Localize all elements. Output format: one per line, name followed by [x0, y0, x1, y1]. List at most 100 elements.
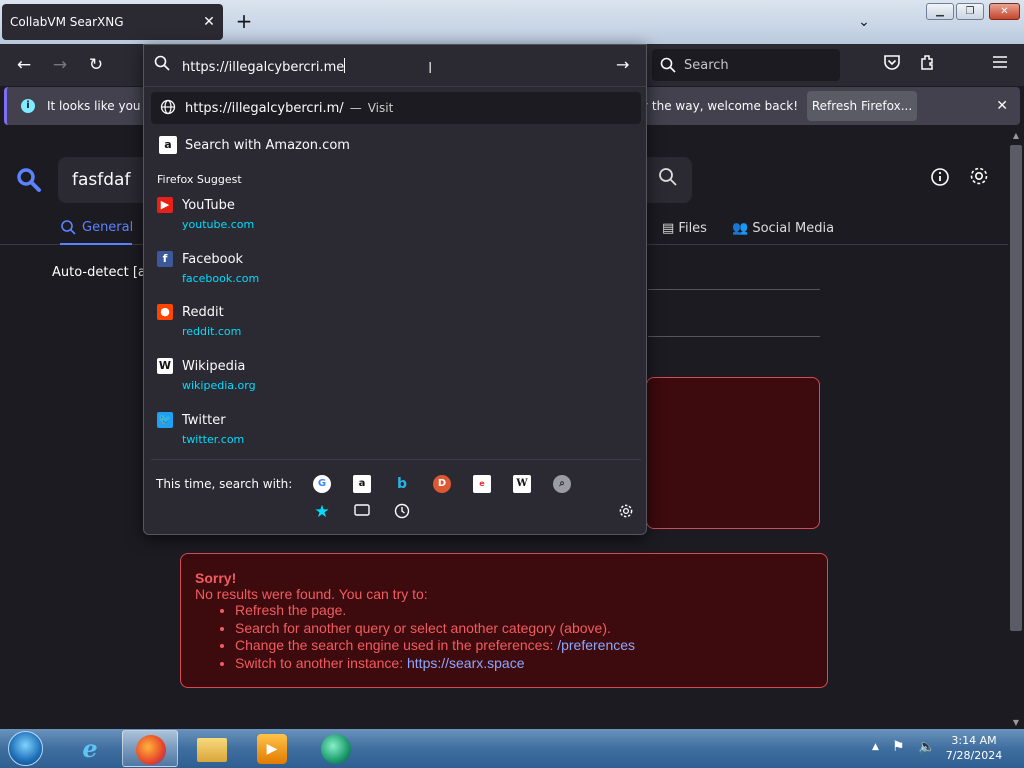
suggestion-url: wikipedia.org — [182, 379, 256, 392]
menu-icon[interactable] — [988, 53, 1012, 77]
tip-item: Switch to another instance: https://sear… — [235, 655, 813, 673]
scrollbar-thumb[interactable] — [1010, 145, 1022, 631]
go-arrow-icon[interactable]: → — [616, 55, 629, 74]
ebay-engine-icon[interactable]: e — [473, 475, 491, 493]
tab-collabvm[interactable]: CollabVM SearXNG ✕ — [2, 4, 223, 40]
language-autodetect[interactable]: Auto-detect [au — [52, 265, 154, 280]
clock-date: 7/28/2024 — [945, 749, 1003, 762]
text-caret — [344, 58, 346, 73]
searxng-logo-icon[interactable] — [16, 167, 42, 199]
tip-item: Refresh the page. — [235, 602, 813, 620]
suggestion-item[interactable]: f Facebook facebook.com — [157, 249, 637, 299]
tab-close-icon[interactable]: ✕ — [195, 14, 223, 30]
media-player-icon: ▶ — [257, 734, 287, 764]
volume-muted-icon[interactable]: 🔈 — [918, 739, 935, 755]
search-settings-gear-icon[interactable] — [617, 503, 635, 521]
wikipedia-engine-icon[interactable]: W — [513, 475, 531, 493]
clock[interactable]: 3:14 AM 7/28/2024 — [942, 733, 1006, 763]
back-icon[interactable]: ← — [12, 53, 36, 77]
search-placeholder: Search — [684, 57, 729, 73]
tabs-icon[interactable] — [353, 503, 371, 521]
tab-title: CollabVM SearXNG — [10, 15, 124, 29]
windows-taskbar: e ▶ ▲ ⚑ 🔈 3:14 AM 7/28/2024 — [0, 729, 1024, 768]
tip-text: Change the search engine used in the pre… — [235, 637, 558, 653]
taskbar-explorer[interactable] — [184, 730, 240, 767]
bing-engine-icon[interactable]: b — [393, 475, 411, 493]
searx-space-link[interactable]: https://searx.space — [407, 655, 525, 671]
searxng-search-icon[interactable] — [658, 167, 678, 192]
preferences-link[interactable]: /preferences — [557, 637, 635, 653]
duckduckgo-engine-icon[interactable]: D — [433, 475, 451, 493]
suggestion-title: Wikipedia — [182, 359, 246, 374]
taskbar-firefox[interactable] — [122, 730, 178, 767]
twitter-icon: 🐦 — [157, 412, 173, 428]
history-clock-icon[interactable] — [393, 503, 411, 521]
firefox-suggest-header: Firefox Suggest — [157, 173, 242, 186]
minimize-button[interactable]: ▁ — [926, 3, 954, 20]
suggestion-url: youtube.com — [182, 218, 255, 231]
extensions-icon[interactable] — [916, 53, 940, 77]
taskbar-ie[interactable]: e — [62, 730, 118, 767]
search-bar[interactable]: Search — [652, 49, 840, 81]
folder-icon — [197, 738, 227, 762]
page-scrollbar[interactable]: ▲ ▼ — [1008, 127, 1024, 729]
maximize-button[interactable]: ❐ — [956, 3, 984, 20]
suggestion-item[interactable]: 🐦 Twitter twitter.com — [157, 410, 637, 460]
system-tray: ▲ ⚑ 🔈 3:14 AM 7/28/2024 — [866, 729, 1024, 768]
new-tab-icon[interactable]: + — [232, 10, 256, 34]
search-icon — [660, 57, 676, 73]
firefox-icon — [136, 735, 166, 765]
tab-active-underline — [60, 243, 132, 245]
divider — [151, 459, 641, 460]
tab-social-label: Social Media — [752, 221, 835, 236]
tip-item: Change the search engine used in the pre… — [235, 637, 813, 655]
tab-files[interactable]: ▤ Files — [662, 221, 707, 236]
mouse-cursor-icon: I — [428, 59, 433, 77]
refresh-firefox-button[interactable]: Refresh Firefox... — [807, 91, 917, 121]
forward-icon[interactable]: → — [48, 53, 72, 77]
info-icon[interactable] — [930, 167, 950, 192]
list-all-tabs-icon[interactable]: ⌄ — [852, 10, 876, 34]
tips-list: Refresh the page. Search for another que… — [235, 602, 813, 672]
suggestion-item[interactable]: W Wikipedia wikipedia.org — [157, 356, 637, 406]
suggestion-item[interactable]: ● Reddit reddit.com — [157, 302, 637, 352]
tab-files-label: Files — [678, 221, 707, 236]
url-text[interactable]: https://illegalcybercri.me — [182, 58, 346, 75]
search-amazon-row[interactable]: a Search with Amazon.com — [151, 129, 641, 161]
tab-strip: CollabVM SearXNG ✕ + ⌄ ▁ ❐ ✕ — [0, 0, 1024, 44]
suggestion-title: Twitter — [182, 413, 226, 428]
taskbar-app[interactable] — [308, 730, 364, 767]
pocket-icon[interactable] — [880, 53, 904, 77]
windows-logo-icon — [8, 731, 43, 766]
reload-icon[interactable]: ↻ — [84, 53, 108, 77]
tab-social-media[interactable]: 👥 Social Media — [732, 221, 834, 236]
action-center-flag-icon[interactable]: ⚑ — [892, 739, 905, 755]
settings-gear-icon[interactable] — [968, 165, 990, 193]
divider — [648, 336, 820, 337]
clock-time: 3:14 AM — [951, 734, 997, 747]
info-icon: i — [21, 99, 35, 113]
close-window-button[interactable]: ✕ — [989, 3, 1020, 20]
bookmarks-star-icon[interactable]: ★ — [313, 503, 331, 521]
tray-expand-icon[interactable]: ▲ — [872, 742, 879, 752]
divider — [648, 289, 820, 290]
amazon-engine-icon[interactable]: a — [353, 475, 371, 493]
sorry-title: Sorry! — [195, 570, 237, 586]
suggestion-url: twitter.com — [182, 433, 245, 446]
notification-close-icon[interactable]: ✕ — [996, 98, 1008, 114]
url-input[interactable]: https://illegalcybercri.me I → — [144, 45, 646, 87]
visit-url-row[interactable]: https://illegalcybercri.m/ — Visit — [151, 92, 641, 124]
visit-separator: — — [349, 101, 362, 115]
suggestion-title: YouTube — [182, 198, 235, 213]
google-engine-icon[interactable]: G — [313, 475, 331, 493]
youtube-icon: ▶ — [157, 197, 173, 213]
taskbar-media-player[interactable]: ▶ — [244, 730, 300, 767]
browser-window: CollabVM SearXNG ✕ + ⌄ ▁ ❐ ✕ ← → ↻ uO Se… — [0, 0, 1024, 729]
app-icon — [321, 734, 351, 764]
tab-general[interactable]: General — [60, 219, 133, 245]
suggestion-url: reddit.com — [182, 325, 242, 338]
suggestion-title: Facebook — [182, 252, 244, 267]
searxng-engine-icon[interactable]: ⌕ — [553, 475, 571, 493]
start-button[interactable] — [6, 729, 46, 768]
suggestion-item[interactable]: ▶ YouTube youtube.com — [157, 195, 637, 245]
